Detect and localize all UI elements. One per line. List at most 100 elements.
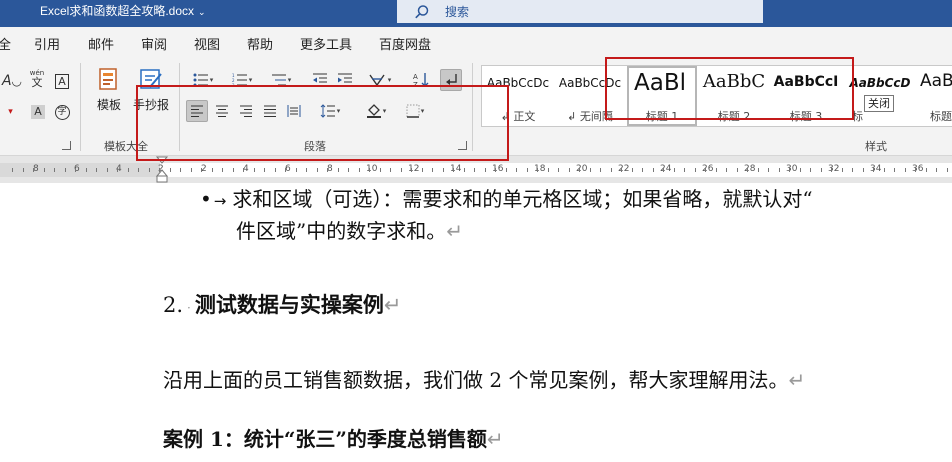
menu-bar: 全 引用 邮件 审阅 视图 帮助 更多工具 百度网盘 bbox=[0, 27, 952, 57]
justify-button[interactable] bbox=[259, 100, 281, 122]
font-dialog-launcher-icon[interactable] bbox=[62, 141, 71, 150]
ruler-tick bbox=[674, 168, 675, 172]
document-title[interactable]: Excel求和函数超全攻略.docx ⌄ bbox=[40, 2, 206, 19]
font-color-caret-icon: ▾ bbox=[8, 107, 13, 117]
ruler-tick bbox=[138, 168, 139, 172]
style-title[interactable]: AaBl 标题 bbox=[918, 66, 952, 126]
ruler-tick bbox=[54, 168, 55, 172]
sort-icon: AZ bbox=[413, 73, 429, 88]
show-hide-marks-button[interactable] bbox=[440, 69, 462, 91]
bullets-button[interactable]: ▾ bbox=[188, 69, 218, 91]
paragraph-mark-icon: ↲ bbox=[567, 110, 577, 123]
paint-bucket-icon bbox=[366, 104, 381, 118]
style-heading-1-name: 标题 1 bbox=[645, 110, 679, 123]
ruler-tick bbox=[558, 168, 559, 172]
style-heading-4-preview: AaBbCcD bbox=[849, 76, 911, 90]
numbering-button[interactable]: 1 2 3 ▾ bbox=[227, 69, 257, 91]
menu-tab-help[interactable]: 帮助 bbox=[247, 34, 273, 53]
align-right-button[interactable] bbox=[235, 100, 257, 122]
menu-tab-mailings[interactable]: 邮件 bbox=[88, 34, 114, 53]
text-effects-icon: A bbox=[1, 73, 12, 89]
phonetic-guide-button[interactable]: wén 文 bbox=[26, 67, 48, 89]
ruler-tick bbox=[369, 168, 370, 172]
template-group-label: 模板大全 bbox=[104, 140, 148, 153]
multilevel-list-button[interactable]: ▾ bbox=[266, 69, 296, 91]
menu-tab-baidu-netdisk[interactable]: 百度网盘 bbox=[379, 34, 431, 53]
style-no-spacing[interactable]: AaBbCcDc ↲ 无间隔 bbox=[554, 66, 626, 126]
svg-text:3: 3 bbox=[232, 83, 235, 87]
ruler-tick bbox=[873, 168, 874, 172]
character-border-icon: A bbox=[55, 73, 69, 89]
style-heading-2[interactable]: AaBbC 标题 2 bbox=[698, 66, 770, 126]
case-title-text: 案例 1：统计“张三”的季度总销售额 bbox=[163, 427, 487, 451]
ruler-number: 18 bbox=[534, 164, 546, 174]
ruler-tick bbox=[548, 168, 549, 172]
paragraph-mark-icon: ↵ bbox=[788, 368, 806, 392]
ruler-tick bbox=[821, 168, 822, 172]
paragraph-dialog-launcher-icon[interactable] bbox=[458, 141, 467, 150]
line-spacing-button[interactable]: ▾ bbox=[314, 100, 346, 122]
menu-tab-insert-partial[interactable]: 全 bbox=[0, 34, 11, 53]
style-heading-2-preview: AaBbC bbox=[702, 71, 766, 92]
enclose-characters-button[interactable]: 字 bbox=[51, 101, 73, 123]
align-center-icon bbox=[216, 105, 228, 117]
ruler-tick bbox=[254, 168, 255, 172]
ruler-tick bbox=[726, 168, 727, 172]
ruler-margin bbox=[0, 163, 160, 177]
increase-indent-button[interactable] bbox=[334, 69, 356, 91]
template-button-label: 模板 bbox=[96, 98, 121, 112]
ruler-tick bbox=[411, 168, 412, 172]
paragraph-mark-icon bbox=[446, 74, 457, 85]
indent-marker-icon[interactable] bbox=[155, 156, 169, 183]
ruler-tick bbox=[758, 168, 759, 172]
search-box[interactable]: 搜索 bbox=[397, 0, 763, 23]
paragraph-mark-icon: ↵ bbox=[383, 293, 402, 317]
character-border-button[interactable]: A bbox=[51, 70, 73, 92]
ruler-number: 30 bbox=[786, 164, 798, 174]
ruler-tick bbox=[107, 168, 108, 172]
style-heading-3[interactable]: AaBbCcI 标题 3 bbox=[770, 66, 842, 126]
distributed-icon bbox=[287, 105, 301, 117]
ribbon: A ◡ wén 文 A ▾ A 字 模板 手抄报 模板大全 ▾ 1 2 3 ▾ … bbox=[0, 57, 952, 156]
ruler-number: 24 bbox=[660, 164, 672, 174]
style-normal[interactable]: AaBbCcDc ↲ 正文 bbox=[482, 66, 554, 126]
sort-button[interactable]: AZ bbox=[410, 69, 432, 91]
ruler-tick bbox=[317, 168, 318, 172]
line-spacing-icon bbox=[320, 104, 335, 118]
chevron-down-icon: ▾ bbox=[382, 107, 387, 115]
ruler-tick bbox=[75, 168, 76, 172]
ruler-strip: 8 6 4 2 2 4 6 8 10 12 14 16 18 20 22 24 … bbox=[0, 163, 952, 177]
shading-button[interactable]: ▾ bbox=[360, 100, 392, 122]
chinese-layout-button[interactable]: ▾ bbox=[364, 69, 396, 91]
align-left-button[interactable] bbox=[186, 100, 208, 122]
ruler-tick bbox=[117, 168, 118, 172]
align-center-button[interactable] bbox=[211, 100, 233, 122]
ruler-tick bbox=[915, 168, 916, 172]
menu-tab-review[interactable]: 审阅 bbox=[141, 34, 167, 53]
menu-tab-view[interactable]: 视图 bbox=[194, 34, 220, 53]
ruler-tick bbox=[44, 168, 45, 172]
menu-tab-references[interactable]: 引用 bbox=[34, 34, 60, 53]
decrease-indent-icon bbox=[313, 73, 327, 87]
font-color-button[interactable]: ▾ bbox=[0, 101, 20, 123]
style-normal-name: ↲ 正文 bbox=[482, 108, 554, 124]
ruler-tick bbox=[716, 168, 717, 172]
ruler-tick bbox=[684, 168, 685, 172]
enclose-characters-icon: 字 bbox=[54, 104, 70, 120]
horizontal-ruler[interactable]: 8 6 4 2 2 4 6 8 10 12 14 16 18 20 22 24 … bbox=[0, 156, 952, 183]
decrease-indent-button[interactable] bbox=[309, 69, 331, 91]
character-shading-button[interactable]: A bbox=[27, 101, 49, 123]
body-text: 沿用上面的员工销售额数据，我们做 2 个常见案例，帮大家理解用法。 bbox=[163, 368, 789, 392]
bullet-dot: • bbox=[200, 187, 212, 211]
document-title-text: Excel求和函数超全攻略.docx bbox=[40, 4, 195, 18]
distributed-button[interactable] bbox=[283, 100, 305, 122]
style-heading-1[interactable]: AaBl 标题 1 bbox=[627, 66, 697, 126]
menu-tab-more-tools[interactable]: 更多工具 bbox=[300, 34, 352, 53]
text-effects-button[interactable]: A ◡ bbox=[2, 70, 22, 92]
handcopy-newspaper-button[interactable]: 手抄报 bbox=[129, 67, 173, 113]
ruler-tick bbox=[359, 168, 360, 172]
template-button[interactable]: 模板 bbox=[92, 67, 126, 113]
borders-button[interactable]: ▾ bbox=[399, 100, 431, 122]
document-page[interactable]: • → 求和区域（可选）：需要求和的单元格区域；如果省略，就默认对“ 件区域”中的数… bbox=[0, 183, 952, 462]
ruler-tick bbox=[863, 168, 864, 172]
